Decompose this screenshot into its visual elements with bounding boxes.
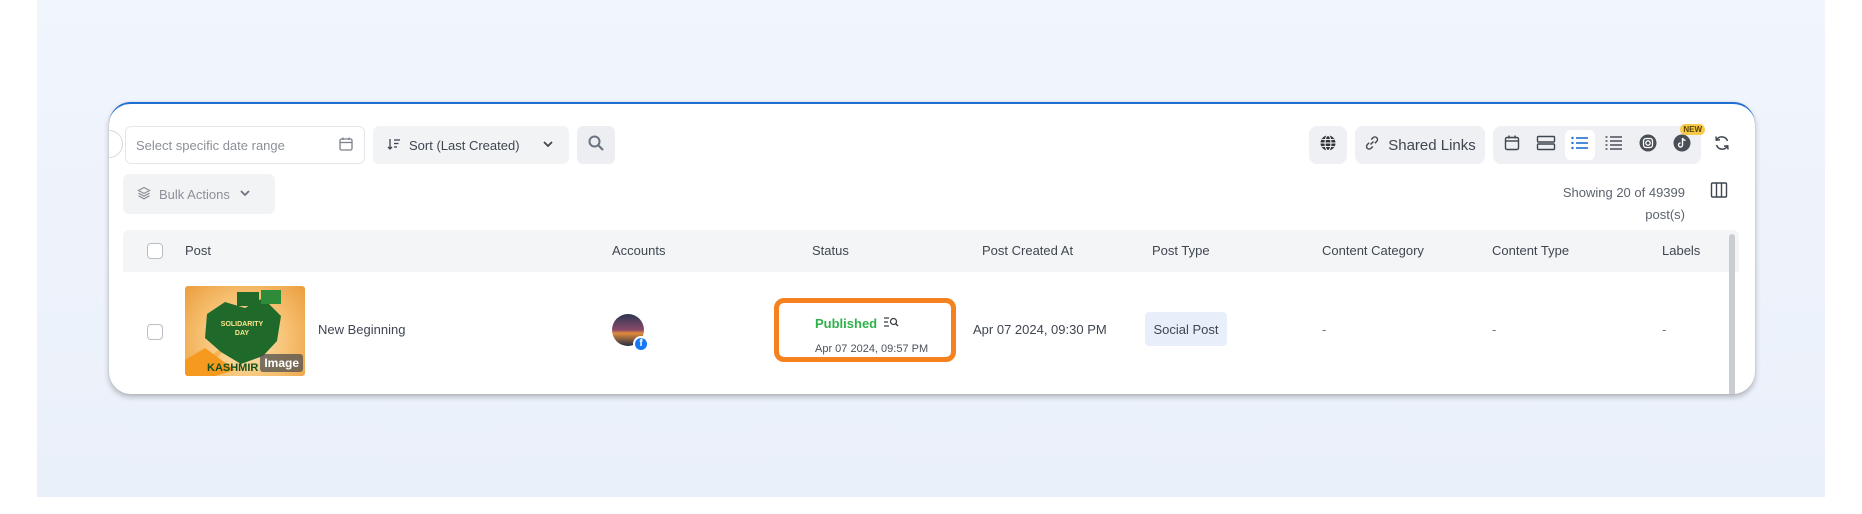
tiktok-grid-button[interactable]: NEW (1667, 124, 1705, 160)
sort-dropdown[interactable]: Sort (Last Created) (373, 126, 569, 164)
tiktok-grid-icon (1672, 133, 1692, 158)
layers-icon (137, 186, 151, 203)
calendar-view-button[interactable] (1497, 130, 1527, 160)
status-cell[interactable]: Published Apr 07 2024, 09:57 PM (774, 298, 956, 362)
new-badge: NEW (1680, 124, 1705, 135)
compact-list-view-button[interactable] (1599, 130, 1629, 160)
thumbnail-text-secondary: KASHMIR (207, 362, 259, 374)
post-thumbnail[interactable]: SOLIDARITY DAY KASHMIR Image (185, 286, 305, 376)
chevron-down-icon (238, 186, 252, 203)
list-view-button[interactable] (1565, 130, 1595, 160)
date-range-placeholder: Select specific date range (136, 137, 285, 153)
card-view-button[interactable] (1531, 130, 1561, 160)
post-created-at: Apr 07 2024, 09:30 PM (973, 322, 1107, 337)
table-header: Post Accounts Status Post Created At Pos… (123, 230, 1739, 272)
link-icon (1364, 135, 1380, 155)
content-type-value: - (1492, 322, 1497, 337)
sort-icon (387, 137, 401, 154)
shared-links-label: Shared Links (1388, 136, 1476, 154)
calendar-view-icon (1503, 134, 1521, 157)
header-labels: Labels (1662, 243, 1701, 258)
media-type-tag: Image (260, 354, 303, 372)
table-scrollbar[interactable] (1729, 234, 1735, 394)
posts-table: Post Accounts Status Post Created At Pos… (123, 230, 1739, 394)
globe-icon (1319, 134, 1337, 157)
post-title[interactable]: New Beginning (318, 322, 405, 337)
card-view-icon (1536, 134, 1556, 157)
refresh-icon (1713, 134, 1731, 157)
header-accounts: Accounts (612, 243, 666, 258)
chevron-down-icon (541, 137, 555, 154)
labels-value: - (1662, 322, 1667, 337)
table-row[interactable]: SOLIDARITY DAY KASHMIR Image New Beginni… (123, 272, 1739, 394)
instagram-grid-icon (1638, 133, 1658, 158)
sort-label: Sort (Last Created) (409, 137, 520, 153)
status-badge: Published (815, 316, 878, 331)
header-content-category: Content Category (1322, 243, 1424, 258)
search-icon (587, 134, 605, 157)
select-all-checkbox[interactable] (147, 243, 163, 259)
post-type-badge: Social Post (1145, 312, 1227, 346)
refresh-button[interactable] (1707, 126, 1737, 164)
search-button[interactable] (577, 126, 615, 164)
timezone-button[interactable] (1309, 126, 1347, 164)
header-status: Status (812, 243, 849, 258)
header-post-type: Post Type (1152, 243, 1210, 258)
status-label-row: Published (815, 315, 899, 332)
row-checkbox[interactable] (147, 324, 163, 340)
view-details-icon[interactable] (883, 315, 899, 332)
shared-links-button[interactable]: Shared Links (1355, 126, 1485, 164)
header-post-created-at: Post Created At (982, 243, 1074, 258)
bulk-actions-label: Bulk Actions (159, 186, 230, 202)
content-category-value: - (1322, 322, 1327, 337)
columns-icon (1710, 181, 1728, 204)
facebook-icon: f (633, 336, 649, 352)
sidebar-toggle[interactable] (109, 130, 123, 158)
compact-list-view-icon (1604, 134, 1624, 157)
posts-card: Select specific date range Sort (Last Cr… (109, 102, 1755, 394)
header-content-type: Content Type (1492, 243, 1570, 258)
date-range-input[interactable]: Select specific date range (125, 126, 365, 164)
bulk-actions-dropdown[interactable]: Bulk Actions (123, 174, 275, 214)
view-switcher: NEW (1493, 124, 1705, 164)
header-post: Post (185, 243, 212, 258)
instagram-grid-button[interactable] (1633, 130, 1663, 160)
list-view-icon (1570, 134, 1590, 157)
calendar-icon (338, 136, 354, 155)
published-date: Apr 07 2024, 09:57 PM (815, 343, 929, 355)
column-settings-button[interactable] (1705, 178, 1733, 206)
results-count: Showing 20 of 49399 post(s) (1562, 185, 1685, 222)
thumbnail-text: SOLIDARITY DAY (220, 321, 264, 337)
